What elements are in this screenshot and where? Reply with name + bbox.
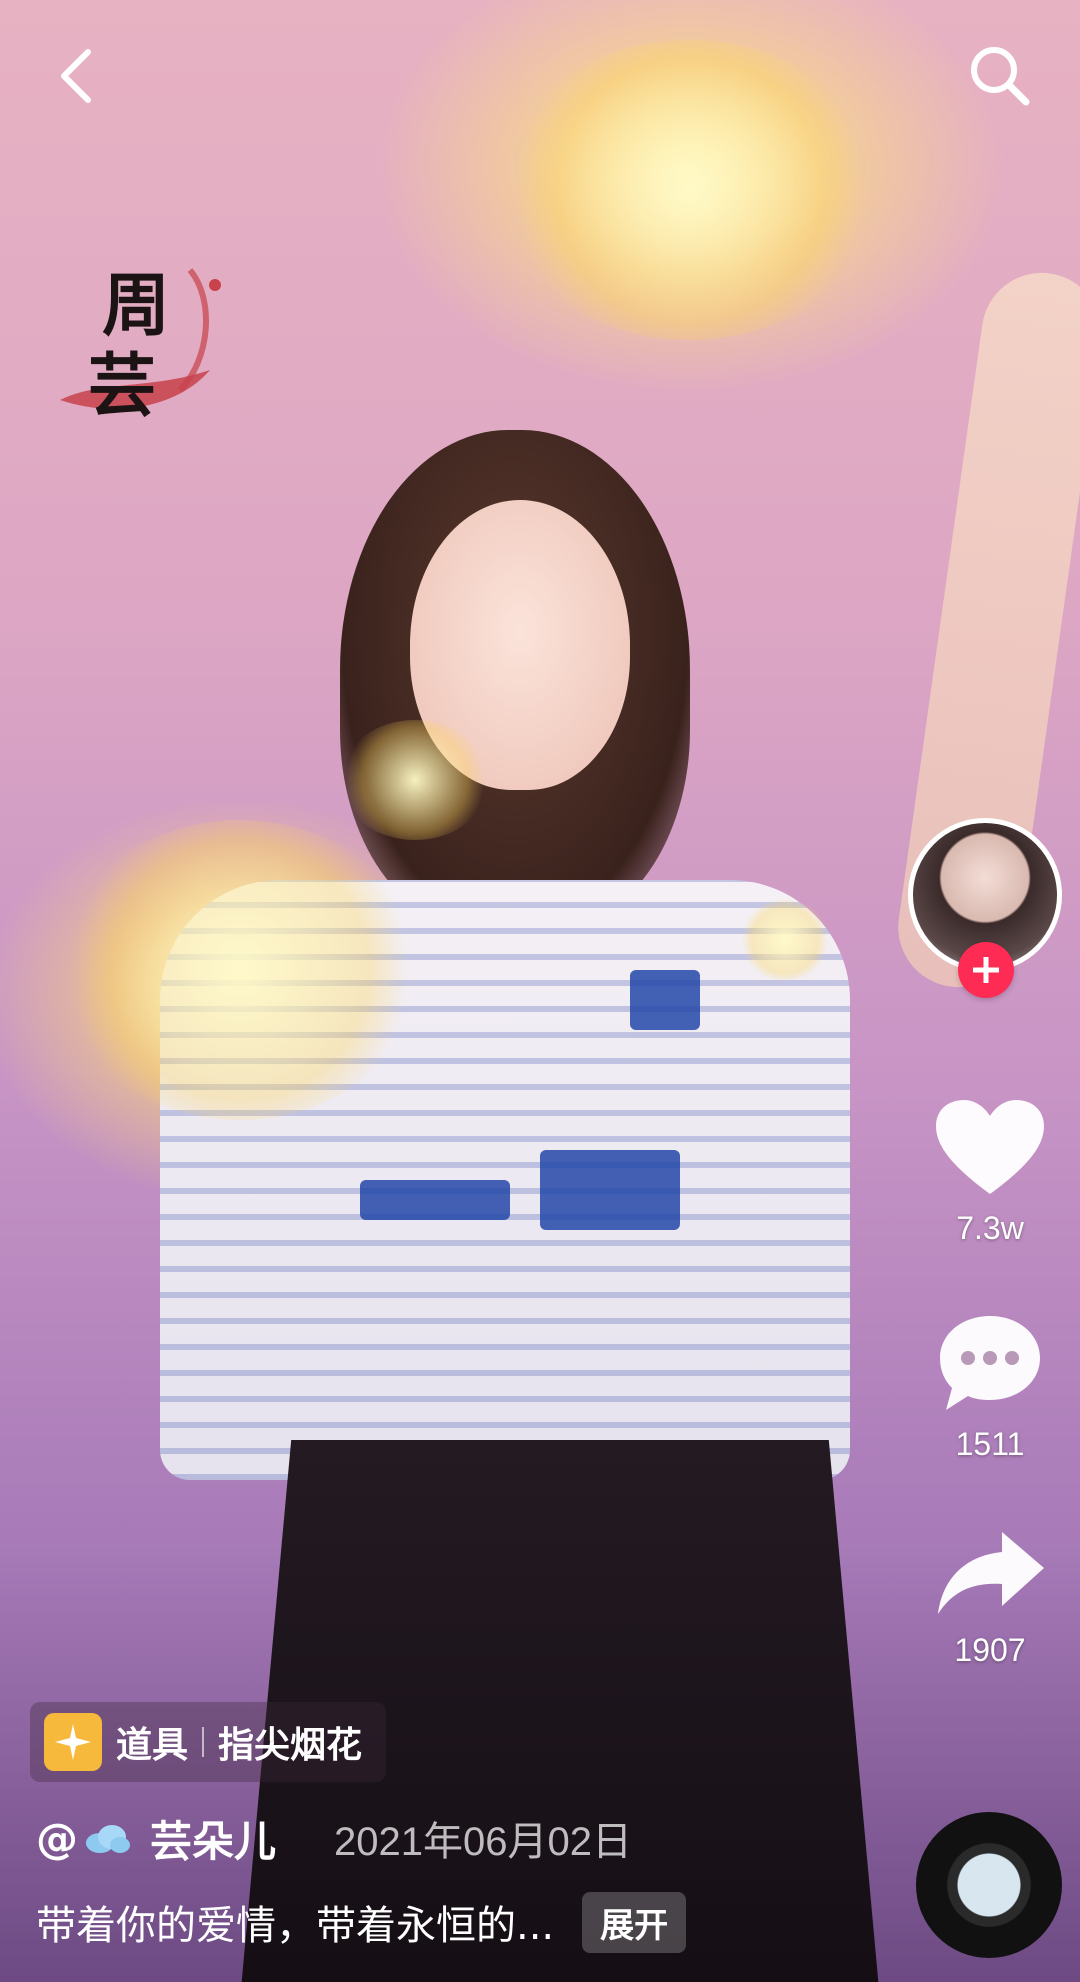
share-arrow-icon	[938, 1532, 1044, 1614]
sparkle-burst	[340, 720, 490, 840]
video-caption: 带着你的爱情，带着永恒的...	[36, 1903, 555, 1949]
effect-name: 指尖烟花	[218, 1725, 363, 1766]
comment-icon	[940, 1316, 1040, 1410]
sparkle-effect-icon	[44, 1713, 102, 1771]
expand-caption-button[interactable]: 展开	[582, 1891, 687, 1953]
search-icon	[971, 47, 1030, 106]
author-line[interactable]: @ 芸朵儿 2021年06月02日	[36, 1808, 632, 1868]
shirt-print	[360, 1180, 510, 1220]
sparkle-burst	[500, 40, 880, 340]
back-button[interactable]	[44, 40, 116, 112]
video-screen[interactable]: 周 芸 7.3w 1511 1907 道具 指尖烟花 @ 芸朵儿 2021年06…	[0, 0, 1080, 1982]
sparkle-burst	[740, 900, 830, 980]
cloud-icon	[86, 1825, 130, 1853]
heart-icon	[936, 1100, 1044, 1194]
watermark-char: 芸	[88, 346, 157, 426]
chevron-left-icon	[61, 49, 91, 103]
share-button[interactable]: 1907	[920, 1526, 1060, 1669]
comment-button[interactable]: 1511	[920, 1312, 1060, 1463]
shirt-print	[630, 970, 700, 1030]
video-watermark-logo: 周 芸	[40, 230, 240, 460]
sparkle-burst	[60, 820, 420, 1120]
author-name[interactable]: 芸朵儿	[150, 1808, 276, 1869]
shirt-print	[540, 1150, 680, 1230]
comment-count: 1511	[955, 1426, 1025, 1462]
effect-tag[interactable]: 道具 指尖烟花	[30, 1702, 387, 1782]
effect-label: 道具	[116, 1725, 189, 1766]
post-date: 2021年06月02日	[334, 1820, 632, 1864]
caption-line: 带着你的爱情，带着永恒的... 展开	[36, 1891, 687, 1953]
search-button[interactable]	[960, 36, 1040, 116]
like-button[interactable]: 7.3w	[920, 1096, 1060, 1247]
music-disc[interactable]	[916, 1812, 1062, 1958]
share-count: 1907	[954, 1632, 1026, 1668]
author-at: @	[36, 1813, 78, 1863]
follow-button[interactable]	[958, 942, 1014, 998]
like-count: 7.3w	[956, 1210, 1024, 1246]
effect-divider	[202, 1727, 205, 1757]
